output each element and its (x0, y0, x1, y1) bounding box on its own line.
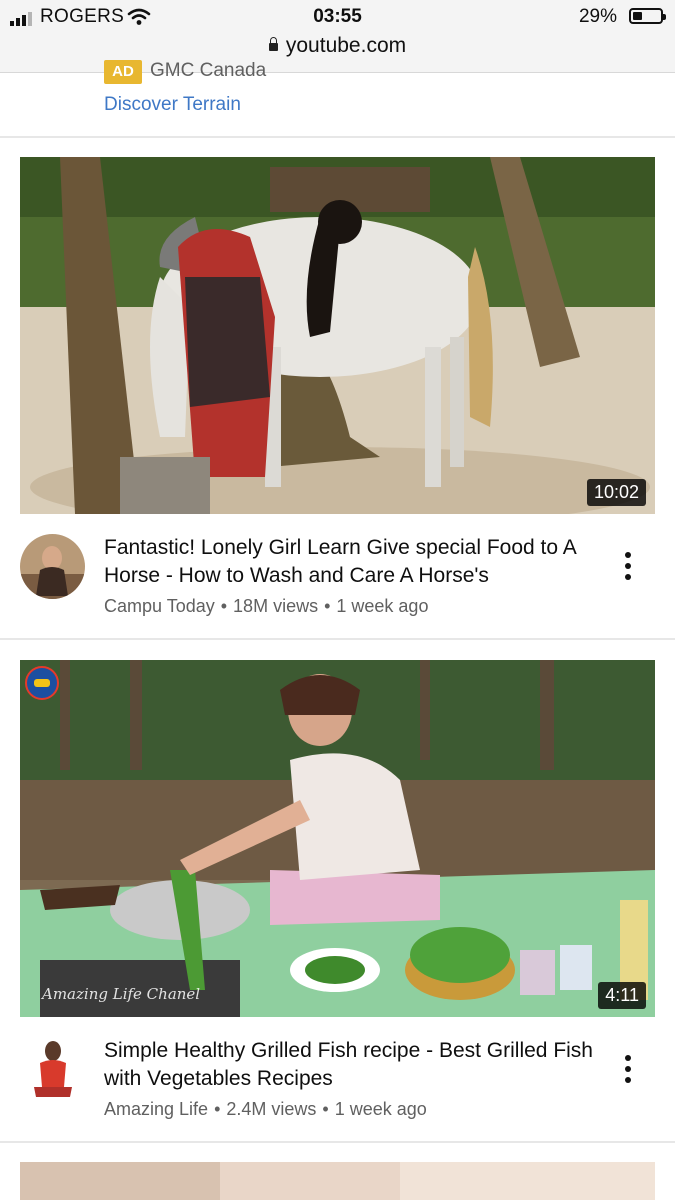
channel-name[interactable]: Amazing Life (104, 1099, 208, 1119)
ad-card[interactable]: AD GMC Canada Discover Terrain (0, 60, 675, 136)
separator-dot: • (322, 1099, 329, 1119)
view-count: 2.4M views (226, 1099, 317, 1119)
address-bar[interactable]: youtube.com (0, 34, 675, 58)
ad-badge: AD (104, 60, 142, 84)
video-thumbnail[interactable]: 10:02 (20, 157, 655, 514)
more-vert-icon[interactable] (621, 546, 635, 586)
video-thumbnail[interactable]: Amazing Life Chanel 4:11 (20, 660, 655, 1017)
video-title[interactable]: Simple Healthy Grilled Fish recipe - Bes… (104, 1037, 604, 1093)
ad-cta-link[interactable]: Discover Terrain (104, 94, 241, 116)
separator-dot: • (214, 1099, 221, 1119)
divider (0, 1141, 675, 1143)
channel-logo-icon (25, 666, 59, 700)
video-title[interactable]: Fantastic! Lonely Girl Learn Give specia… (104, 534, 604, 590)
thumbnail-watermark: Amazing Life Chanel (42, 985, 201, 1003)
separator-dot: • (220, 596, 228, 616)
video-meta: Amazing Life • 2.4M views • 1 week ago (104, 1099, 427, 1120)
thumbnail-image (20, 660, 655, 1017)
upload-age: 1 week ago (336, 596, 429, 616)
url-text: youtube.com (285, 34, 407, 57)
divider (0, 638, 675, 640)
ad-advertiser: GMC Canada (150, 60, 267, 81)
clock: 03:55 (313, 6, 362, 27)
video-thumbnail[interactable] (20, 1162, 655, 1200)
channel-avatar[interactable] (20, 534, 85, 599)
channel-name[interactable]: Campu Today (104, 596, 215, 616)
thumbnail-image (20, 157, 655, 514)
video-duration: 4:11 (598, 982, 646, 1009)
battery-percentage: 29% (578, 6, 617, 27)
divider (0, 136, 675, 138)
channel-avatar[interactable] (20, 1037, 85, 1102)
video-duration: 10:02 (586, 479, 646, 506)
view-count: 18M views (233, 596, 319, 616)
upload-age: 1 week ago (334, 1099, 427, 1119)
video-meta: Campu Today • 18M views • 1 week ago (104, 596, 428, 617)
separator-dot: • (324, 596, 331, 616)
battery-icon (629, 8, 666, 24)
lock-icon (268, 37, 278, 51)
thumbnail-image (20, 1162, 655, 1200)
more-vert-icon[interactable] (621, 1049, 635, 1089)
